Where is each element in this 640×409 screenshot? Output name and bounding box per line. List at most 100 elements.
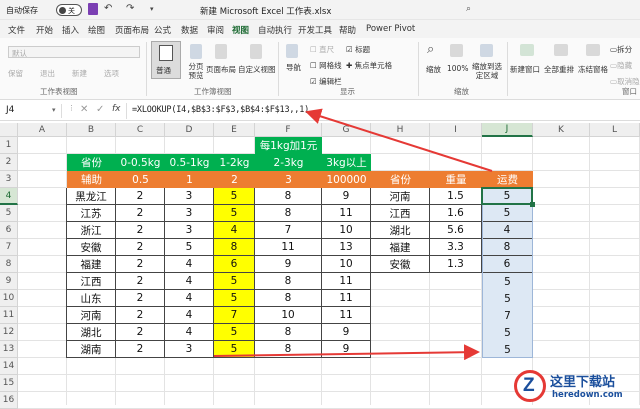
table1-aux-cell[interactable]: 3 bbox=[255, 171, 322, 188]
province-cell[interactable]: 福建 bbox=[67, 256, 116, 273]
tab-automate[interactable]: 自动执行 bbox=[258, 24, 292, 36]
tab-review[interactable]: 审阅 bbox=[207, 24, 224, 36]
note-cell-f1[interactable]: 每1kg加1元 bbox=[255, 137, 322, 154]
keep-button[interactable]: 保留 bbox=[8, 68, 23, 79]
price-cell[interactable]: 5 bbox=[214, 205, 255, 222]
price-cell[interactable]: 13 bbox=[322, 239, 371, 256]
freight-cell-extra[interactable]: 5 bbox=[482, 324, 533, 341]
formula-text[interactable]: =XLOOKUP(I4,$B$3:$F$3,$B$4:$F$13,,1) bbox=[132, 105, 309, 115]
navigation-button[interactable]: 导航 bbox=[283, 44, 301, 84]
headings-checkbox[interactable]: ☑ 标题 bbox=[346, 44, 370, 55]
new-window-button[interactable]: 新建窗口 bbox=[510, 42, 544, 84]
price-cell[interactable]: 2 bbox=[116, 239, 165, 256]
lookup-cell[interactable]: 福建 bbox=[371, 239, 430, 256]
column-header-f[interactable]: F bbox=[255, 123, 322, 137]
price-cell[interactable]: 8 bbox=[255, 324, 322, 341]
worksheet-grid[interactable]: A B C D E F G H I J K L 1 2 3 4 5 6 7 8 9 10 11 12 13 14 15 16 每1kg加… bbox=[0, 123, 640, 409]
chevron-down-icon[interactable]: ▾ bbox=[52, 106, 56, 114]
freight-cell[interactable]: 5 bbox=[482, 188, 533, 205]
column-header-g[interactable]: G bbox=[322, 123, 371, 137]
price-cell[interactable]: 7 bbox=[214, 307, 255, 324]
price-cell[interactable]: 8 bbox=[255, 205, 322, 222]
custom-view-button[interactable]: 自定义视图 bbox=[238, 41, 276, 81]
table1-header-cell[interactable]: 3kg以上 bbox=[322, 154, 371, 171]
row-header-15[interactable]: 15 bbox=[0, 375, 18, 392]
enter-icon[interactable]: ✓ bbox=[96, 104, 104, 115]
cancel-icon[interactable]: ✕ bbox=[80, 104, 88, 115]
tab-home[interactable]: 开始 bbox=[36, 24, 53, 36]
sheet-view-dropdown[interactable]: 默认 bbox=[8, 46, 140, 58]
row-header-4[interactable]: 4 bbox=[0, 188, 18, 205]
column-header-j[interactable]: J bbox=[482, 123, 533, 137]
price-cell[interactable]: 4 bbox=[165, 256, 214, 273]
autosave-toggle[interactable]: 关 bbox=[56, 4, 82, 16]
ruler-checkbox[interactable]: ☐ 直尺 bbox=[310, 44, 334, 55]
lookup-cell[interactable]: 3.3 bbox=[430, 239, 482, 256]
arrange-all-button[interactable]: 全部重排 bbox=[544, 42, 578, 84]
tab-formulas[interactable]: 公式 bbox=[154, 24, 171, 36]
column-header-e[interactable]: E bbox=[214, 123, 255, 137]
price-cell[interactable]: 8 bbox=[255, 341, 322, 358]
column-header-i[interactable]: I bbox=[430, 123, 482, 137]
price-cell[interactable]: 10 bbox=[322, 256, 371, 273]
row-header-8[interactable]: 8 bbox=[0, 256, 18, 273]
lookup-cell[interactable]: 1.3 bbox=[430, 256, 482, 273]
row-header-11[interactable]: 11 bbox=[0, 307, 18, 324]
price-cell[interactable]: 4 bbox=[165, 324, 214, 341]
price-cell[interactable]: 4 bbox=[165, 273, 214, 290]
row-header-7[interactable]: 7 bbox=[0, 239, 18, 256]
hide-button[interactable]: ▭隐藏 bbox=[610, 60, 632, 71]
table1-header-cell[interactable]: 0.5-1kg bbox=[165, 154, 214, 171]
table1-aux-cell[interactable]: 2 bbox=[214, 171, 255, 188]
column-header-l[interactable]: L bbox=[590, 123, 640, 137]
column-header-d[interactable]: D bbox=[165, 123, 214, 137]
freight-cell-extra[interactable]: 5 bbox=[482, 341, 533, 358]
column-header-k[interactable]: K bbox=[533, 123, 590, 137]
table1-aux-cell[interactable]: 100000 bbox=[322, 171, 371, 188]
price-cell[interactable]: 2 bbox=[116, 307, 165, 324]
tab-help[interactable]: 帮助 bbox=[339, 24, 356, 36]
save-icon[interactable] bbox=[88, 3, 98, 15]
price-cell[interactable]: 8 bbox=[214, 239, 255, 256]
province-cell[interactable]: 黑龙江 bbox=[67, 188, 116, 205]
focus-cell-button[interactable]: ✚ 焦点单元格 bbox=[346, 60, 392, 71]
price-cell[interactable]: 7 bbox=[255, 222, 322, 239]
table1-header-cell[interactable]: 1-2kg bbox=[214, 154, 255, 171]
column-header-c[interactable]: C bbox=[116, 123, 165, 137]
price-cell[interactable]: 10 bbox=[255, 307, 322, 324]
column-header-b[interactable]: B bbox=[67, 123, 116, 137]
price-cell[interactable]: 9 bbox=[322, 188, 371, 205]
freight-cell[interactable]: 6 bbox=[482, 256, 533, 273]
customize-qat-icon[interactable]: ▾ bbox=[150, 5, 154, 13]
table1-aux-cell[interactable]: 1 bbox=[165, 171, 214, 188]
price-cell[interactable]: 2 bbox=[116, 256, 165, 273]
row-header-9[interactable]: 9 bbox=[0, 273, 18, 290]
normal-view-button[interactable]: 普通 bbox=[151, 41, 181, 79]
page-layout-button[interactable]: 页面布局 bbox=[206, 41, 236, 81]
fill-handle[interactable] bbox=[530, 202, 535, 207]
tab-draw[interactable]: 绘图 bbox=[88, 24, 105, 36]
freight-cell[interactable]: 4 bbox=[482, 222, 533, 239]
price-cell[interactable]: 5 bbox=[214, 290, 255, 307]
formula-bar-checkbox[interactable]: ☑ 编辑栏 bbox=[310, 76, 342, 87]
province-cell[interactable]: 浙江 bbox=[67, 222, 116, 239]
province-cell[interactable]: 江西 bbox=[67, 273, 116, 290]
price-cell[interactable]: 5 bbox=[214, 324, 255, 341]
province-cell[interactable]: 湖南 bbox=[67, 341, 116, 358]
price-cell[interactable]: 11 bbox=[255, 239, 322, 256]
undo-icon[interactable]: ↶ bbox=[104, 3, 112, 14]
price-cell[interactable]: 4 bbox=[165, 307, 214, 324]
price-cell[interactable]: 10 bbox=[322, 222, 371, 239]
options-button[interactable]: 选项 bbox=[104, 68, 119, 79]
freight-cell-extra[interactable]: 7 bbox=[482, 307, 533, 324]
price-cell[interactable]: 2 bbox=[116, 341, 165, 358]
tab-page-layout[interactable]: 页面布局 bbox=[115, 24, 149, 36]
price-cell[interactable]: 8 bbox=[255, 273, 322, 290]
tab-insert[interactable]: 插入 bbox=[62, 24, 79, 36]
row-header-1[interactable]: 1 bbox=[0, 137, 18, 154]
lookup-cell[interactable]: 1.6 bbox=[430, 205, 482, 222]
exit-button[interactable]: 退出 bbox=[40, 68, 55, 79]
table2-header-cell[interactable]: 重量 bbox=[430, 171, 482, 188]
row-header-10[interactable]: 10 bbox=[0, 290, 18, 307]
price-cell[interactable]: 3 bbox=[165, 188, 214, 205]
